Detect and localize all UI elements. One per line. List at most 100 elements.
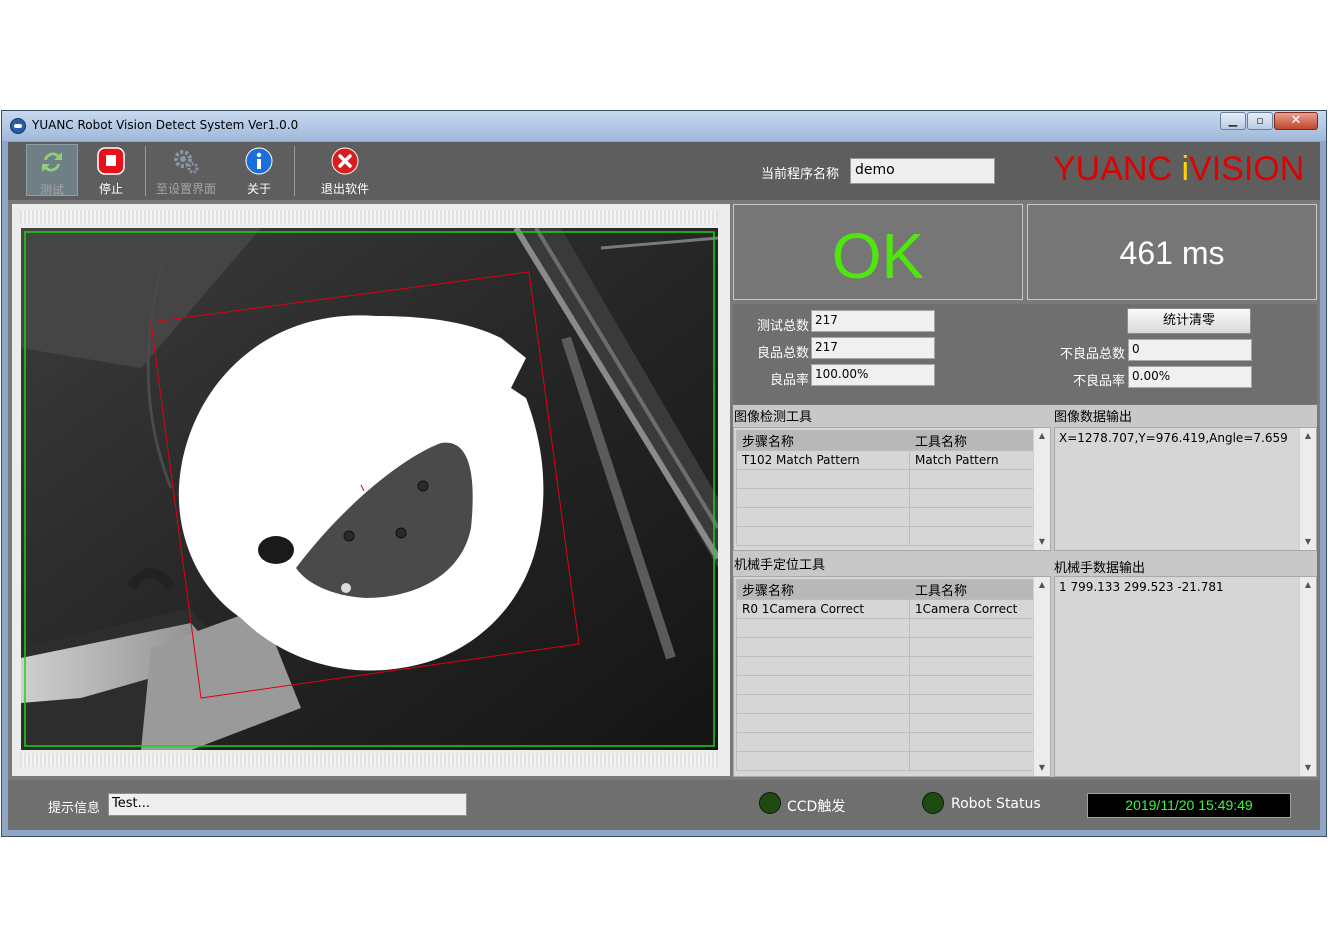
- test-button[interactable]: 测试: [26, 144, 78, 197]
- robot-tools-title: 机械手定位工具: [734, 558, 826, 573]
- vision-tools-title: 图像检测工具: [734, 410, 813, 425]
- hint-field[interactable]: Test...: [108, 793, 467, 816]
- table-row-empty: [736, 656, 1036, 676]
- column-header-step[interactable]: 步骤名称: [736, 579, 910, 600]
- table-row[interactable]: R0 1Camera Correct 1Camera Correct: [736, 599, 1036, 619]
- image-ruler-top: [20, 210, 718, 224]
- toolbar: 测试 停止 至设置界面 关于 退出软件 当前程序名称 demo YUANC iV…: [8, 142, 1320, 200]
- table-cell-empty: [736, 526, 910, 546]
- scroll-down-icon[interactable]: ▼: [1034, 760, 1050, 776]
- table-cell-empty: [909, 618, 1036, 638]
- cycle-time: 461 ms: [1119, 235, 1225, 271]
- bad-count-label: 不良品总数: [1059, 347, 1125, 362]
- close-button[interactable]: ✕: [1274, 112, 1318, 130]
- exit-button[interactable]: 退出软件: [315, 144, 375, 196]
- table-cell-empty: [909, 675, 1036, 695]
- robot-output-text: 1 799.133 299.523 -21.781: [1059, 580, 1224, 594]
- table-cell-empty: [736, 618, 910, 638]
- bad-count-field: 0: [1128, 339, 1252, 361]
- exit-x-icon: [331, 147, 359, 175]
- test-button-label: 测试: [39, 183, 64, 197]
- hint-label: 提示信息: [48, 801, 101, 816]
- window-title: YUANC Robot Vision Detect System Ver1.0.…: [32, 118, 299, 132]
- table-cell-tool: 1Camera Correct: [909, 599, 1036, 619]
- column-header-step[interactable]: 步骤名称: [736, 430, 910, 451]
- table-cell-empty: [909, 526, 1036, 546]
- column-header-tool[interactable]: 工具名称: [909, 579, 1036, 600]
- image-ruler-bottom: [20, 753, 718, 767]
- stop-button-label: 停止: [98, 182, 123, 196]
- scroll-up-icon[interactable]: ▲: [1300, 577, 1316, 593]
- table-cell-empty: [736, 694, 910, 714]
- stop-button[interactable]: 停止: [86, 144, 136, 196]
- table-cell-empty: [909, 507, 1036, 527]
- robot-status-indicator: [922, 792, 944, 814]
- refresh-icon: [42, 152, 62, 172]
- scroll-down-icon[interactable]: ▼: [1300, 760, 1316, 776]
- reset-statistics-button[interactable]: 统计清零: [1127, 308, 1251, 334]
- close-icon: ✕: [1290, 113, 1302, 128]
- scroll-up-icon[interactable]: ▲: [1300, 428, 1316, 444]
- total-count-label: 测试总数: [756, 319, 809, 334]
- table-cell-empty: [909, 488, 1036, 508]
- robot-output-title: 机械手数据输出: [1054, 561, 1146, 576]
- status-bar: 提示信息 Test... CCD触发 Robot Status 2019/11/…: [8, 780, 1320, 830]
- scroll-up-icon[interactable]: ▲: [1034, 577, 1050, 593]
- cycle-time-panel: 461 ms: [1027, 204, 1317, 300]
- table-cell-empty: [909, 694, 1036, 714]
- toolbar-divider: [294, 146, 295, 196]
- bad-rate-label: 不良品率: [1072, 374, 1125, 389]
- table-cell-empty: [736, 656, 910, 676]
- column-header-tool[interactable]: 工具名称: [909, 430, 1036, 451]
- table-cell-empty: [909, 637, 1036, 657]
- stop-icon: [97, 147, 125, 175]
- table-cell-step: R0 1Camera Correct: [736, 599, 910, 619]
- table-row-empty: [736, 469, 1036, 489]
- table-row-empty: [736, 618, 1036, 638]
- table-row-empty: [736, 675, 1036, 695]
- table-row-empty: [736, 732, 1036, 752]
- table-cell-empty: [736, 675, 910, 695]
- scroll-up-icon[interactable]: ▲: [1034, 428, 1050, 444]
- camera-image-viewer[interactable]: [21, 228, 718, 750]
- program-name-field[interactable]: demo: [850, 158, 995, 184]
- ccd-trigger-indicator: [759, 792, 781, 814]
- robot-tools-grid[interactable]: 步骤名称 工具名称 R0 1Camera Correct 1Camera Cor…: [733, 576, 1051, 777]
- good-rate-field: 100.00%: [811, 364, 935, 386]
- image-output-scrollbar[interactable]: ▲ ▼: [1299, 428, 1316, 550]
- table-row-empty: [736, 637, 1036, 657]
- toolbar-divider: [145, 146, 146, 196]
- gear-icon: [174, 150, 199, 174]
- info-icon: [245, 147, 273, 175]
- vision-tools-scrollbar[interactable]: ▲ ▼: [1033, 428, 1050, 550]
- robot-output-scrollbar[interactable]: ▲ ▼: [1299, 577, 1316, 776]
- image-output-box[interactable]: X=1278.707,Y=976.419,Angle=7.659 ▲ ▼: [1054, 427, 1317, 551]
- settings-button[interactable]: 至设置界面: [150, 144, 222, 196]
- result-status-panel: OK: [733, 204, 1023, 300]
- brand-logo-part: VISION: [1189, 150, 1305, 188]
- maximize-icon: ▫: [1256, 114, 1264, 127]
- table-cell-empty: [909, 732, 1036, 752]
- title-bar[interactable]: YUANC Robot Vision Detect System Ver1.0.…: [2, 111, 1326, 141]
- image-output-title: 图像数据输出: [1054, 410, 1133, 425]
- maximize-button[interactable]: ▫: [1247, 112, 1273, 130]
- table-row[interactable]: T102 Match Pattern Match Pattern: [736, 450, 1036, 470]
- about-button[interactable]: 关于: [234, 144, 284, 196]
- minimize-button[interactable]: ▁: [1220, 112, 1246, 130]
- minimize-icon: ▁: [1228, 114, 1238, 127]
- robot-tools-scrollbar[interactable]: ▲ ▼: [1033, 577, 1050, 776]
- scroll-down-icon[interactable]: ▼: [1034, 534, 1050, 550]
- result-status: OK: [831, 220, 925, 292]
- table-row-empty: [736, 507, 1036, 527]
- robot-tools-table: 步骤名称 工具名称 R0 1Camera Correct 1Camera Cor…: [736, 579, 1036, 771]
- statistics-panel: 测试总数 217 良品总数 217 良品率 100.00% 统计清零 不良品总数…: [733, 304, 1317, 404]
- bad-rate-field: 0.00%: [1128, 366, 1252, 388]
- vision-tools-table: 步骤名称 工具名称 T102 Match Pattern Match Patte…: [736, 430, 1036, 546]
- scroll-down-icon[interactable]: ▼: [1300, 534, 1316, 550]
- table-cell-empty: [736, 488, 910, 508]
- window-controls: ▁ ▫ ✕: [1219, 112, 1318, 132]
- brand-logo: YUANC iVISION: [1053, 150, 1304, 189]
- table-cell-empty: [736, 732, 910, 752]
- vision-tools-grid[interactable]: 步骤名称 工具名称 T102 Match Pattern Match Patte…: [733, 427, 1051, 551]
- robot-output-box[interactable]: 1 799.133 299.523 -21.781 ▲ ▼: [1054, 576, 1317, 777]
